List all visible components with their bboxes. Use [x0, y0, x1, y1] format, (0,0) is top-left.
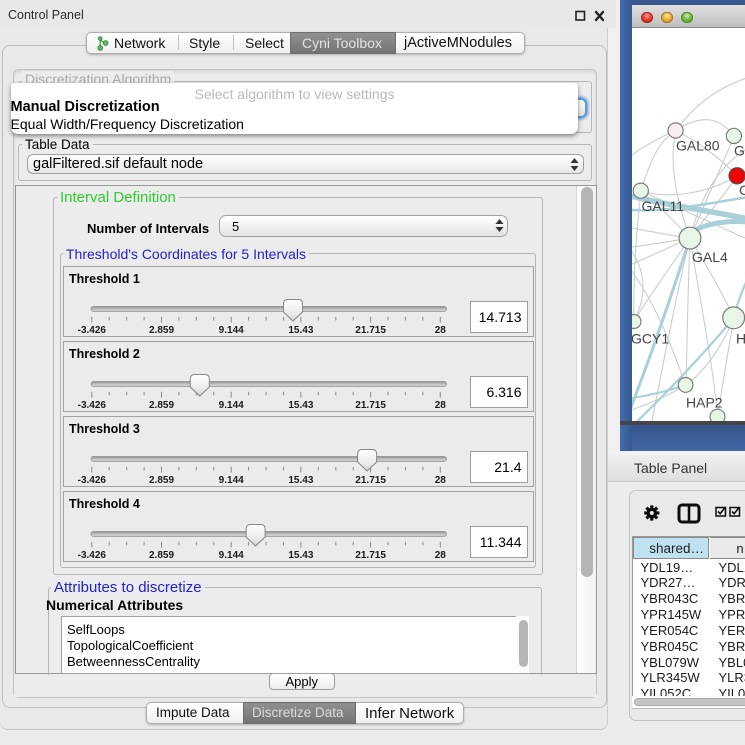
svg-text:-3.426: -3.426 — [78, 475, 107, 486]
svg-text:28: 28 — [435, 325, 447, 336]
svg-text:9.144: 9.144 — [219, 550, 244, 561]
svg-text:28: 28 — [435, 400, 447, 411]
svg-text:GAL80: GAL80 — [676, 138, 720, 154]
svg-text:28: 28 — [435, 550, 447, 561]
svg-text:9.144: 9.144 — [219, 400, 244, 411]
svg-text:9.144: 9.144 — [219, 325, 244, 336]
svg-text:2.859: 2.859 — [149, 400, 174, 411]
svg-text:C: C — [739, 182, 745, 198]
svg-text:15.43: 15.43 — [288, 400, 313, 411]
svg-text:2.859: 2.859 — [149, 325, 174, 336]
svg-text:GAL4: GAL4 — [692, 249, 728, 265]
svg-text:H: H — [736, 331, 745, 347]
svg-text:21.715: 21.715 — [355, 400, 386, 411]
svg-text:2.859: 2.859 — [149, 475, 174, 486]
svg-text:-3.426: -3.426 — [78, 400, 107, 411]
svg-text:15.43: 15.43 — [288, 475, 313, 486]
svg-text:21.715: 21.715 — [355, 550, 386, 561]
svg-text:-3.426: -3.426 — [78, 550, 107, 561]
svg-text:9.144: 9.144 — [219, 475, 244, 486]
svg-text:GAL11: GAL11 — [642, 198, 685, 214]
svg-text:21.715: 21.715 — [355, 325, 386, 336]
svg-text:15.43: 15.43 — [288, 325, 313, 336]
svg-text:-3.426: -3.426 — [78, 325, 107, 336]
svg-text:2.859: 2.859 — [149, 550, 174, 561]
svg-text:HAP2: HAP2 — [686, 395, 723, 411]
svg-text:28: 28 — [435, 475, 447, 486]
svg-text:GA: GA — [734, 143, 745, 159]
svg-text:21.715: 21.715 — [355, 475, 386, 486]
svg-text:GCY1: GCY1 — [632, 331, 669, 347]
svg-text:15.43: 15.43 — [288, 550, 313, 561]
